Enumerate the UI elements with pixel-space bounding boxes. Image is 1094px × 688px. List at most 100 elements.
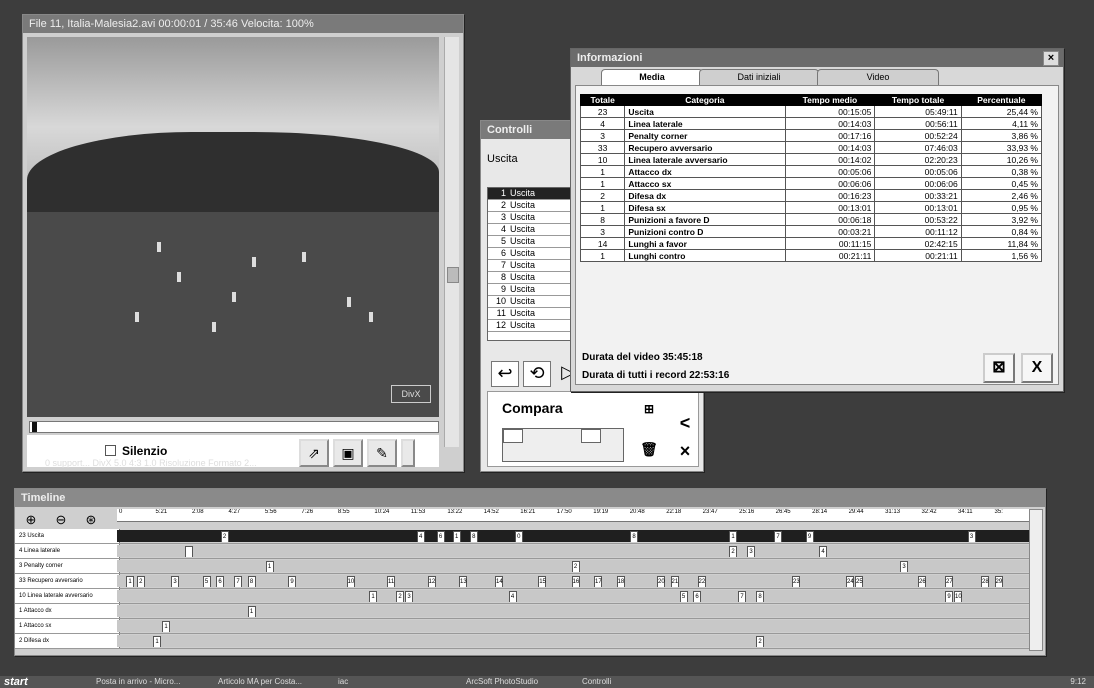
timeline-marker[interactable]: 2 (729, 546, 737, 557)
timeline-marker[interactable]: 7 (234, 576, 242, 587)
timeline-marker[interactable]: 1 (369, 591, 377, 602)
start-button[interactable]: start (4, 676, 66, 688)
zoom-in-icon[interactable]: ⊕ (21, 511, 41, 529)
export-icon[interactable]: ⇗ (299, 439, 329, 467)
timeline-marker[interactable]: 17 (594, 576, 602, 587)
list-item[interactable]: 6 Uscita (488, 248, 578, 260)
timeline-marker[interactable]: 8 (247, 576, 256, 587)
timeline-marker[interactable]: 1 (247, 606, 256, 617)
timeline-marker[interactable]: 5 (679, 591, 688, 602)
timeline-marker[interactable]: 6 (436, 531, 445, 542)
timeline-marker[interactable]: 29 (994, 576, 1003, 587)
video-seek-bar[interactable] (29, 421, 439, 433)
close-button[interactable]: X (1021, 353, 1053, 383)
compara-slider[interactable] (502, 428, 624, 462)
timeline-marker[interactable]: 13 (459, 576, 467, 587)
timeline-marker[interactable]: 7 (774, 531, 782, 542)
table-row[interactable]: 10 Linea laterale avversario 00:14:02 02:20… (579, 153, 1043, 166)
compare-grid-icon[interactable]: ⊞ (638, 398, 660, 420)
timeline-marker[interactable]: 26 (918, 576, 926, 587)
timeline-marker[interactable]: 10 (346, 576, 355, 587)
timeline-marker[interactable]: 1 (162, 621, 170, 632)
timeline-marker[interactable]: 21 (670, 576, 679, 587)
taskbar-item[interactable]: Posta in arrivo - Micro... (96, 676, 180, 688)
timeline-marker[interactable]: 6 (693, 591, 701, 602)
zoom-out-icon[interactable]: ⊖ (51, 511, 71, 529)
checkbox-box[interactable] (105, 445, 116, 456)
zoom-fit-icon[interactable]: ⊛ (81, 511, 101, 529)
video-vertical-scrollbar[interactable] (444, 37, 459, 447)
table-row[interactable]: 3 Penalty corner 00:17:16 00:52:24 3,86 % (579, 129, 1043, 142)
excel-icon[interactable]: ⊠ (983, 353, 1015, 383)
timeline-track[interactable]: 24618081793 (117, 530, 1029, 542)
list-item[interactable]: 11 Uscita (488, 308, 578, 320)
trash-icon[interactable]: 🗑 (638, 438, 660, 460)
timeline-marker[interactable]: 1 (729, 531, 737, 542)
timeline-marker[interactable]: 22 (697, 576, 706, 587)
timeline-marker[interactable]: 27 (945, 576, 953, 587)
list-item[interactable]: 9 Uscita (488, 284, 578, 296)
timeline-marker[interactable]: 25 (855, 576, 863, 587)
table-row[interactable]: 2 Difesa dx 00:16:23 00:33:21 2,46 % (579, 189, 1043, 202)
close-compara-icon[interactable]: × (674, 440, 696, 462)
timeline-marker[interactable]: 8 (630, 531, 638, 542)
timeline-track[interactable]: 12 (117, 635, 1029, 647)
timeline-row-label[interactable]: 1 Attacco sx (15, 619, 120, 633)
tab-media[interactable]: Media (601, 69, 703, 85)
close-icon[interactable]: × (1043, 51, 1059, 66)
table-row[interactable]: 4 Linea laterale 00:14:03 00:56:11 4,11 % (579, 117, 1043, 130)
table-row[interactable]: 1 Difesa sx 00:13:01 00:13:01 0,95 % (579, 201, 1043, 214)
slider-segment[interactable] (581, 429, 601, 443)
timeline-marker[interactable]: 9 (945, 591, 953, 602)
timeline-marker[interactable]: 4 (416, 531, 425, 542)
timeline-track[interactable]: 1 2 3 (117, 560, 1029, 572)
timeline-marker[interactable]: 2 (756, 636, 764, 647)
timeline-marker[interactable]: 9 (288, 576, 296, 587)
timeline-marker[interactable]: 12 (427, 576, 436, 587)
timeline-marker[interactable]: 3 (405, 591, 413, 602)
timeline-marker[interactable]: 1 (126, 576, 134, 587)
controlli-record-list[interactable]: 1 Uscita 2 Uscita 3 Uscita 4 Uscita 5 Uscita 6 Usci… (487, 187, 579, 341)
timeline-marker[interactable]: 11 (387, 576, 395, 587)
timeline-row-label[interactable]: 2 Difesa dx (15, 634, 120, 648)
timeline-marker[interactable]: 3 (900, 561, 908, 572)
timeline-row-label[interactable]: 1 Attacco dx (15, 604, 120, 618)
timeline-marker[interactable]: 28 (981, 576, 989, 587)
timeline-row-label[interactable]: 3 Penalty corner (15, 559, 120, 573)
table-row[interactable]: 1 Attacco sx 00:06:06 00:06:06 0,45 % (579, 177, 1043, 190)
timeline-marker[interactable]: 3 (747, 546, 755, 557)
timeline-scrollbar[interactable] (1029, 509, 1043, 651)
timeline-marker[interactable]: 2 (571, 561, 580, 572)
timeline-marker[interactable]: 8 (469, 531, 478, 542)
timeline-marker[interactable]: 4 (508, 591, 517, 602)
timeline-marker[interactable] (184, 546, 193, 557)
timeline-marker[interactable]: 15 (538, 576, 547, 587)
timeline-track[interactable]: 1 (117, 605, 1029, 617)
tab-dati-iniziali[interactable]: Dati iniziali (699, 69, 819, 85)
timeline-marker[interactable]: 16 (571, 576, 580, 587)
column-header[interactable]: Percentuale (960, 94, 1043, 106)
table-row[interactable]: 14 Lunghi a favor 00:11:15 02:42:15 11,84 % (579, 237, 1043, 250)
timeline-marker[interactable]: 1 (452, 531, 461, 542)
timeline-marker[interactable]: 3 (967, 531, 976, 542)
list-item[interactable]: 3 Uscita (488, 212, 578, 224)
list-item[interactable]: 8 Uscita (488, 272, 578, 284)
scroll-thumb[interactable] (447, 267, 459, 283)
loop-icon[interactable]: ⟲ (523, 361, 551, 387)
table-row[interactable]: 1 Lunghi contro 00:21:11 00:21:11 1,56 % (579, 249, 1043, 262)
timeline-marker[interactable]: 2 (136, 576, 145, 587)
timeline-marker[interactable]: 9 (805, 531, 814, 542)
list-item[interactable]: 12 Uscita (488, 320, 578, 332)
seek-knob[interactable] (32, 422, 37, 432)
timeline-marker[interactable]: 1 (153, 636, 161, 647)
taskbar-item[interactable]: ArcSoft PhotoStudio (466, 676, 538, 688)
extra-button[interactable] (401, 439, 415, 467)
timeline-marker[interactable]: 1 (265, 561, 274, 572)
timeline-marker[interactable]: 0 (514, 531, 523, 542)
undo-icon[interactable]: ↩ (491, 361, 519, 387)
table-row[interactable]: 3 Punizioni contro D 00:03:21 00:11:12 0,84 … (579, 225, 1043, 238)
timeline-track[interactable]: 1 2 3 5 6 7 8 9 10 11 12 13 14 15 16 17 18 20 21 22 23 24 25 26… (117, 575, 1029, 587)
table-row[interactable]: 23 Uscita 00:15:05 05:49:11 25,44 % (579, 105, 1043, 118)
timeline-marker[interactable]: 4 (819, 546, 827, 557)
timeline-marker[interactable]: 5 (202, 576, 211, 587)
